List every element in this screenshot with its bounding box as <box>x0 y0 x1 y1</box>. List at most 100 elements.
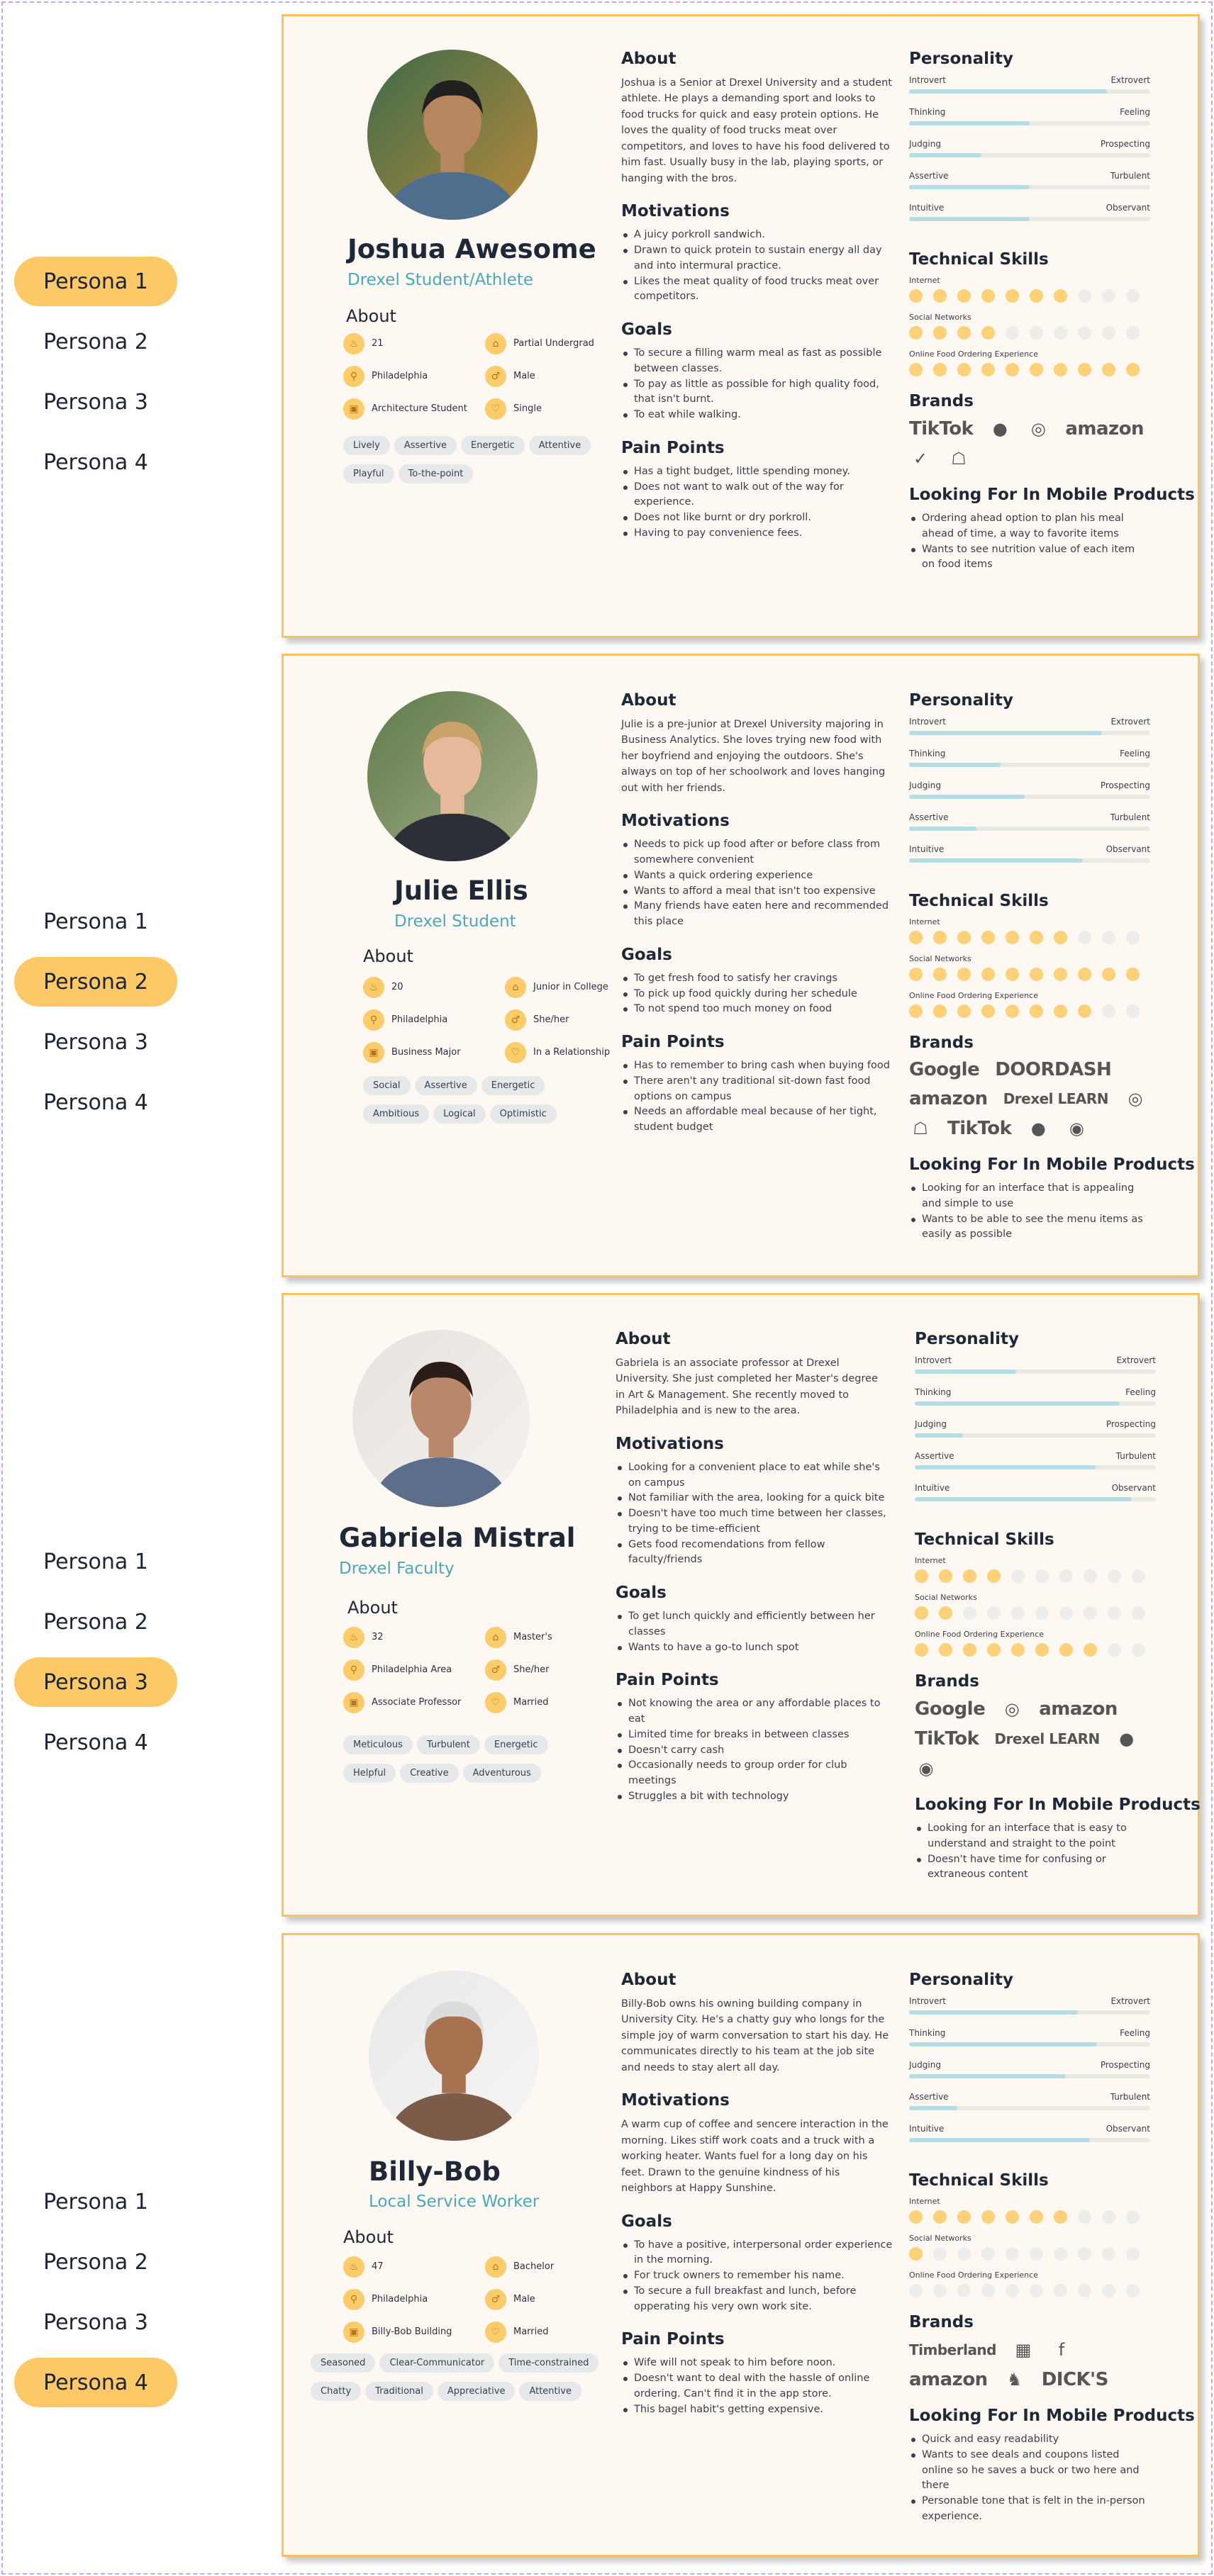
about-section: About Joshua is a Senior at Drexel Univer… <box>621 50 894 186</box>
amazon-icon: amazon <box>909 2369 988 2390</box>
skill-dot <box>1102 968 1115 981</box>
persona-role: Local Service Worker <box>369 2193 540 2211</box>
nav-item-persona-1[interactable]: Persona 1 <box>14 897 177 946</box>
graduation-cap-icon: ⌂ <box>505 977 526 998</box>
motivations-list-item: Needs to pick up food after or before cl… <box>621 837 894 868</box>
skill-dot <box>933 289 947 303</box>
doordash-icon: DOORDASH <box>995 1059 1112 1080</box>
skill-dot <box>933 968 947 981</box>
goals-list-item: To secure a full breakfast and lunch, be… <box>621 2284 894 2315</box>
motivations-heading: Motivations <box>621 812 730 831</box>
nav-item-persona-1[interactable]: Persona 1 <box>14 257 177 306</box>
pain-points-list-item: Doesn't want to deal with the hassle of … <box>621 2371 894 2402</box>
skill-label: Social Networks <box>909 2234 971 2243</box>
skill-dot <box>1054 968 1067 981</box>
nav-item-persona-4[interactable]: Persona 4 <box>14 2358 177 2407</box>
fact-text: Male <box>513 2294 535 2305</box>
motivations-heading: Motivations <box>621 2091 730 2110</box>
nav-item-persona-2[interactable]: Persona 2 <box>14 317 177 366</box>
skill-dot <box>1126 363 1140 376</box>
looking-for-heading: Looking For In Mobile Products <box>915 1796 1201 1814</box>
slider-labels: Thinking Feeling <box>909 107 1150 117</box>
skill-rating <box>915 1569 1156 1583</box>
skill-dot <box>1102 931 1115 944</box>
fact-text: Single <box>513 403 542 415</box>
looking-for-list-item: Wants to see nutrition value of each ite… <box>909 542 1150 573</box>
fact-text: Associate Professor <box>372 1697 462 1708</box>
personality-slider: Assertive Turbulent <box>915 1451 1156 1483</box>
fact-item: ⚲ Philadelphia <box>343 2289 485 2310</box>
skill-label: Online Food Ordering Experience <box>909 991 1038 1000</box>
skill-dot <box>1084 1569 1097 1583</box>
slider-track <box>909 185 1150 189</box>
trait-tag: Attentive <box>519 2382 581 2401</box>
skill-dot <box>909 363 923 376</box>
apple-icon: ● <box>992 419 1008 439</box>
nav-item-persona-2[interactable]: Persona 2 <box>14 2237 177 2287</box>
cake-icon: ♨ <box>343 1627 364 1648</box>
skill-dot <box>1030 931 1043 944</box>
looking-for-list-item: Looking for an interface that is easy to… <box>915 1821 1156 1852</box>
personality-heading: Personality <box>915 1330 1019 1348</box>
nav-item-persona-1[interactable]: Persona 1 <box>14 1537 177 1586</box>
nav-item-persona-3[interactable]: Persona 3 <box>14 377 177 427</box>
nav-item-persona-1[interactable]: Persona 1 <box>14 2177 177 2227</box>
brands-section: Brands Google ◎ amazon TikTok Drexel LEARN ● ◉ <box>915 1672 1156 1780</box>
nav-item-persona-4[interactable]: Persona 4 <box>14 1718 177 1767</box>
fact-text: Partial Undergrad <box>513 338 594 349</box>
skill-rating <box>915 1643 1156 1657</box>
motivations-section: Motivations Looking for a convenient plac… <box>616 1435 889 1568</box>
motivations-list-item: Looking for a convenient place to eat wh… <box>616 1460 889 1491</box>
fact-item: ♂ Male <box>485 366 627 387</box>
fact-text: She/her <box>513 1664 550 1676</box>
nav-item-persona-4[interactable]: Persona 4 <box>14 1077 177 1127</box>
snapchat-icon: ☖ <box>951 449 967 469</box>
looking-for-heading: Looking For In Mobile Products <box>909 1155 1195 1174</box>
about-heading: About <box>621 1971 676 1989</box>
slider-right-label: Feeling <box>1120 107 1150 117</box>
skill-label: Online Food Ordering Experience <box>909 349 1038 359</box>
skill-dot <box>1011 1643 1025 1657</box>
briefcase-icon: ▣ <box>363 1042 384 1063</box>
skill-dot <box>957 2284 971 2297</box>
instagram-icon: ◎ <box>1004 1699 1020 1719</box>
nav-item-persona-3[interactable]: Persona 3 <box>14 2297 177 2347</box>
skill-rating <box>909 2210 1150 2224</box>
personality-slider: Assertive Turbulent <box>909 2092 1150 2124</box>
nav-item-persona-2[interactable]: Persona 2 <box>14 957 177 1007</box>
location-pin-icon: ⚲ <box>343 1659 364 1681</box>
brands-section: Brands TikTok ● ◎ amazon ✓ ☖ <box>909 392 1150 470</box>
pain-points-list-item: Has a tight budget, little spending mone… <box>621 464 894 480</box>
slider-fill <box>909 795 1025 799</box>
skill-dot <box>1006 326 1019 340</box>
skill-dot <box>1059 1643 1073 1657</box>
nav-item-persona-4[interactable]: Persona 4 <box>14 437 177 487</box>
personality-heading: Personality <box>909 50 1013 68</box>
skill-dot <box>1108 1606 1121 1620</box>
slider-labels: Introvert Extrovert <box>915 1355 1156 1365</box>
brands-heading: Brands <box>915 1672 979 1691</box>
skill-dot <box>963 1606 976 1620</box>
brand-logos: Google ◎ amazon TikTok Drexel LEARN ● ◉ <box>915 1698 1156 1780</box>
slider-labels: Intuitive Observant <box>909 844 1150 854</box>
skill-label: Social Networks <box>909 313 971 322</box>
skill-dot <box>1030 968 1043 981</box>
fact-text: Philadelphia <box>372 371 428 382</box>
trait-tag: Logical <box>433 1104 486 1124</box>
persona-facts: ♨ 47 ⌂ Bachelor ⚲ Philadelphia ♂ Male ▣ Billy-Bob… <box>343 2256 627 2343</box>
slider-left-label: Introvert <box>909 1996 946 2006</box>
nav-item-persona-3[interactable]: Persona 3 <box>14 1657 177 1707</box>
nav-item-persona-3[interactable]: Persona 3 <box>14 1017 177 1067</box>
persona-role: Drexel Faculty <box>339 1559 455 1578</box>
fact-item: ♡ Married <box>485 1692 627 1713</box>
goals-list: To get fresh food to satisfy her craving… <box>621 971 894 1017</box>
skill-dot <box>1030 363 1043 376</box>
pain-points-section: Pain Points Has a tight budget, little sp… <box>621 439 894 542</box>
slider-fill <box>909 2074 1066 2078</box>
brands-section: Brands Google DOORDASH amazon Drexel LEARN ◎ ☖… <box>909 1034 1150 1140</box>
motivations-list: Looking for a convenient place to eat wh… <box>616 1460 889 1568</box>
nav-item-persona-2[interactable]: Persona 2 <box>14 1597 177 1647</box>
instagram-icon: ◎ <box>1127 1089 1143 1109</box>
motivations-list: Needs to pick up food after or before cl… <box>621 837 894 930</box>
slider-labels: Thinking Feeling <box>915 1387 1156 1397</box>
